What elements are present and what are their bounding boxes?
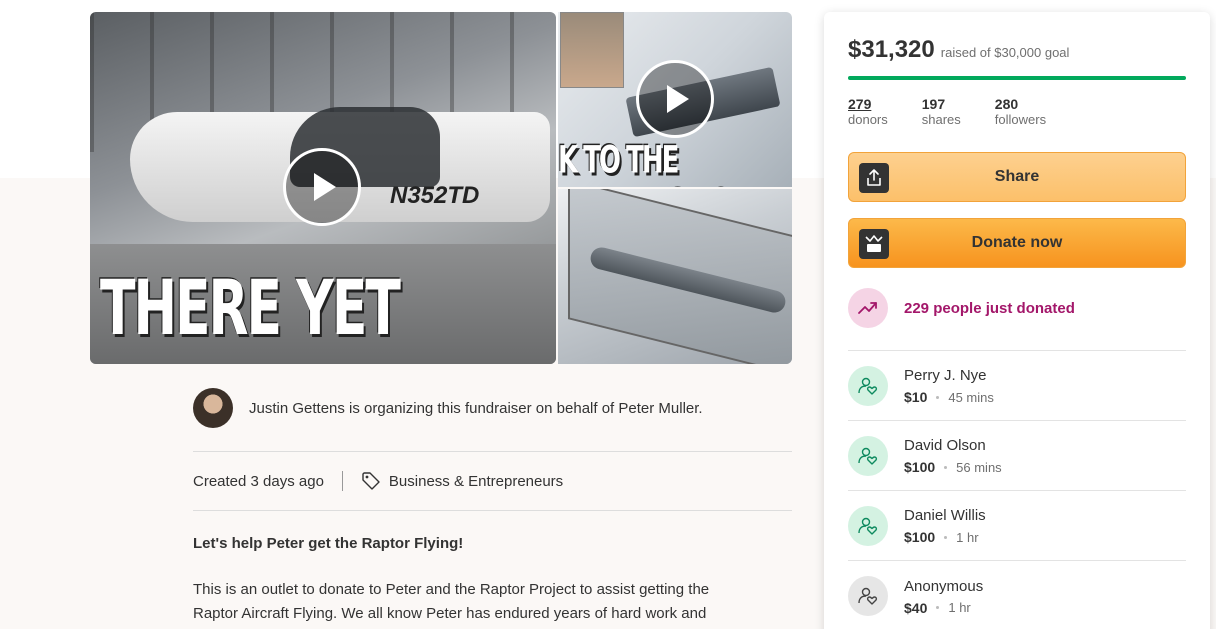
followers-label: followers [994,112,1047,127]
tag-icon [362,472,380,490]
donor-name: Anonymous [904,577,984,595]
donation-item: Anonymous $40 1 hr [848,561,1186,629]
video-overlay-caption: THERE YET [100,266,401,353]
donor-name: David Olson [904,437,986,454]
donation-item: Perry J. Nye $10 45 mins [848,351,1186,421]
donation-amount: $10 [904,389,928,405]
fundraiser-content: Justin Gettens is organizing this fundra… [193,387,792,626]
shares-count: 197 [921,96,946,112]
story-body: This is an outlet to donate to Peter and… [193,578,753,626]
raised-amount: $31,320 [848,36,935,63]
donation-time: 56 mins [956,459,1002,475]
separator-dot [944,535,948,539]
organizer-text: Justin Gettens is organizing this fundra… [249,399,703,417]
video-overlay-caption-2: K TO THE DRAWING BOARD [558,139,788,187]
separator-dot [936,606,940,609]
trending-up-icon [848,288,888,328]
created-date: Created 3 days ago [193,472,324,490]
organizer-avatar[interactable] [193,388,233,428]
goal-text: raised of $30,000 goal [940,45,1070,60]
followers-count: 280 [994,96,1019,112]
donation-time: 1 hr [948,600,971,615]
donation-item: Daniel Willis $100 1 hr [848,491,1186,561]
story-line: Raptor Aircraft Flying. We all know Pete… [193,605,707,622]
presenter-image [560,12,624,88]
recent-donations-trend: 229 people just donated [848,286,1186,330]
divider [193,510,792,511]
donation-time: 45 mins [948,389,994,405]
donation-time: 1 hr [956,529,979,545]
shares-label: shares [921,112,961,127]
campaign-stats: 279 donors 197 shares 280 followers [848,96,1186,128]
gofundme-logo-icon [859,229,889,259]
donations-list: Perry J. Nye $10 45 mins David Olson $10… [848,351,1186,629]
separator-dot [944,465,948,469]
meta-separator [341,471,343,491]
progress-fill [848,76,1186,80]
donate-now-button[interactable]: Donate now [848,218,1186,268]
raised-summary: $31,320 raised of $30,000 goal [848,36,1186,64]
donation-amount: $40 [904,599,928,616]
share-button[interactable]: Share [848,152,1186,202]
donation-amount: $100 [904,459,936,475]
story-title: Let's help Peter get the Raptor Flying! [193,535,464,552]
share-icon [859,163,889,193]
donors-count[interactable]: 279 [848,96,888,112]
donation-item: David Olson $100 56 mins [848,421,1186,491]
donors-label: donors [848,112,888,127]
donor-heart-icon [848,435,888,476]
meta-row: Created 3 days ago Business & Entreprene… [193,452,792,510]
donor-heart-icon [848,505,888,546]
shares-stat: 197 shares [922,96,961,128]
donor-heart-icon [848,365,888,406]
aircraft-registration: N352TD [390,182,480,209]
donation-card: $31,320 raised of $30,000 goal 279 donor… [824,12,1210,629]
donate-button-label: Donate now [971,234,1063,251]
main-video-thumbnail[interactable]: N352TD THERE YET [90,12,556,364]
progress-bar [848,76,1186,80]
cad-image-thumbnail[interactable] [558,189,792,364]
organizer-row: Justin Gettens is organizing this fundra… [193,387,792,429]
anonymous-donor-icon [848,576,888,616]
separator-dot [936,395,940,399]
donation-amount: $100 [904,529,936,545]
play-video-icon[interactable] [283,148,361,226]
donors-stat[interactable]: 279 donors [848,96,888,128]
secondary-video-thumbnail[interactable]: K TO THE DRAWING BOARD [558,12,792,187]
category-link[interactable]: Business & Entrepreneurs [389,473,563,490]
donor-name: Daniel Willis [904,507,986,524]
play-video-icon-2[interactable] [636,60,714,138]
media-gallery: N352TD THERE YET K TO THE DRAWING BOARD [90,12,792,364]
recent-donations-text: 229 people just donated [904,299,1075,317]
donor-name: Perry J. Nye [904,367,987,384]
followers-stat: 280 followers [995,96,1046,128]
share-button-label: Share [994,168,1040,185]
story-line: This is an outlet to donate to Peter and… [193,581,710,598]
